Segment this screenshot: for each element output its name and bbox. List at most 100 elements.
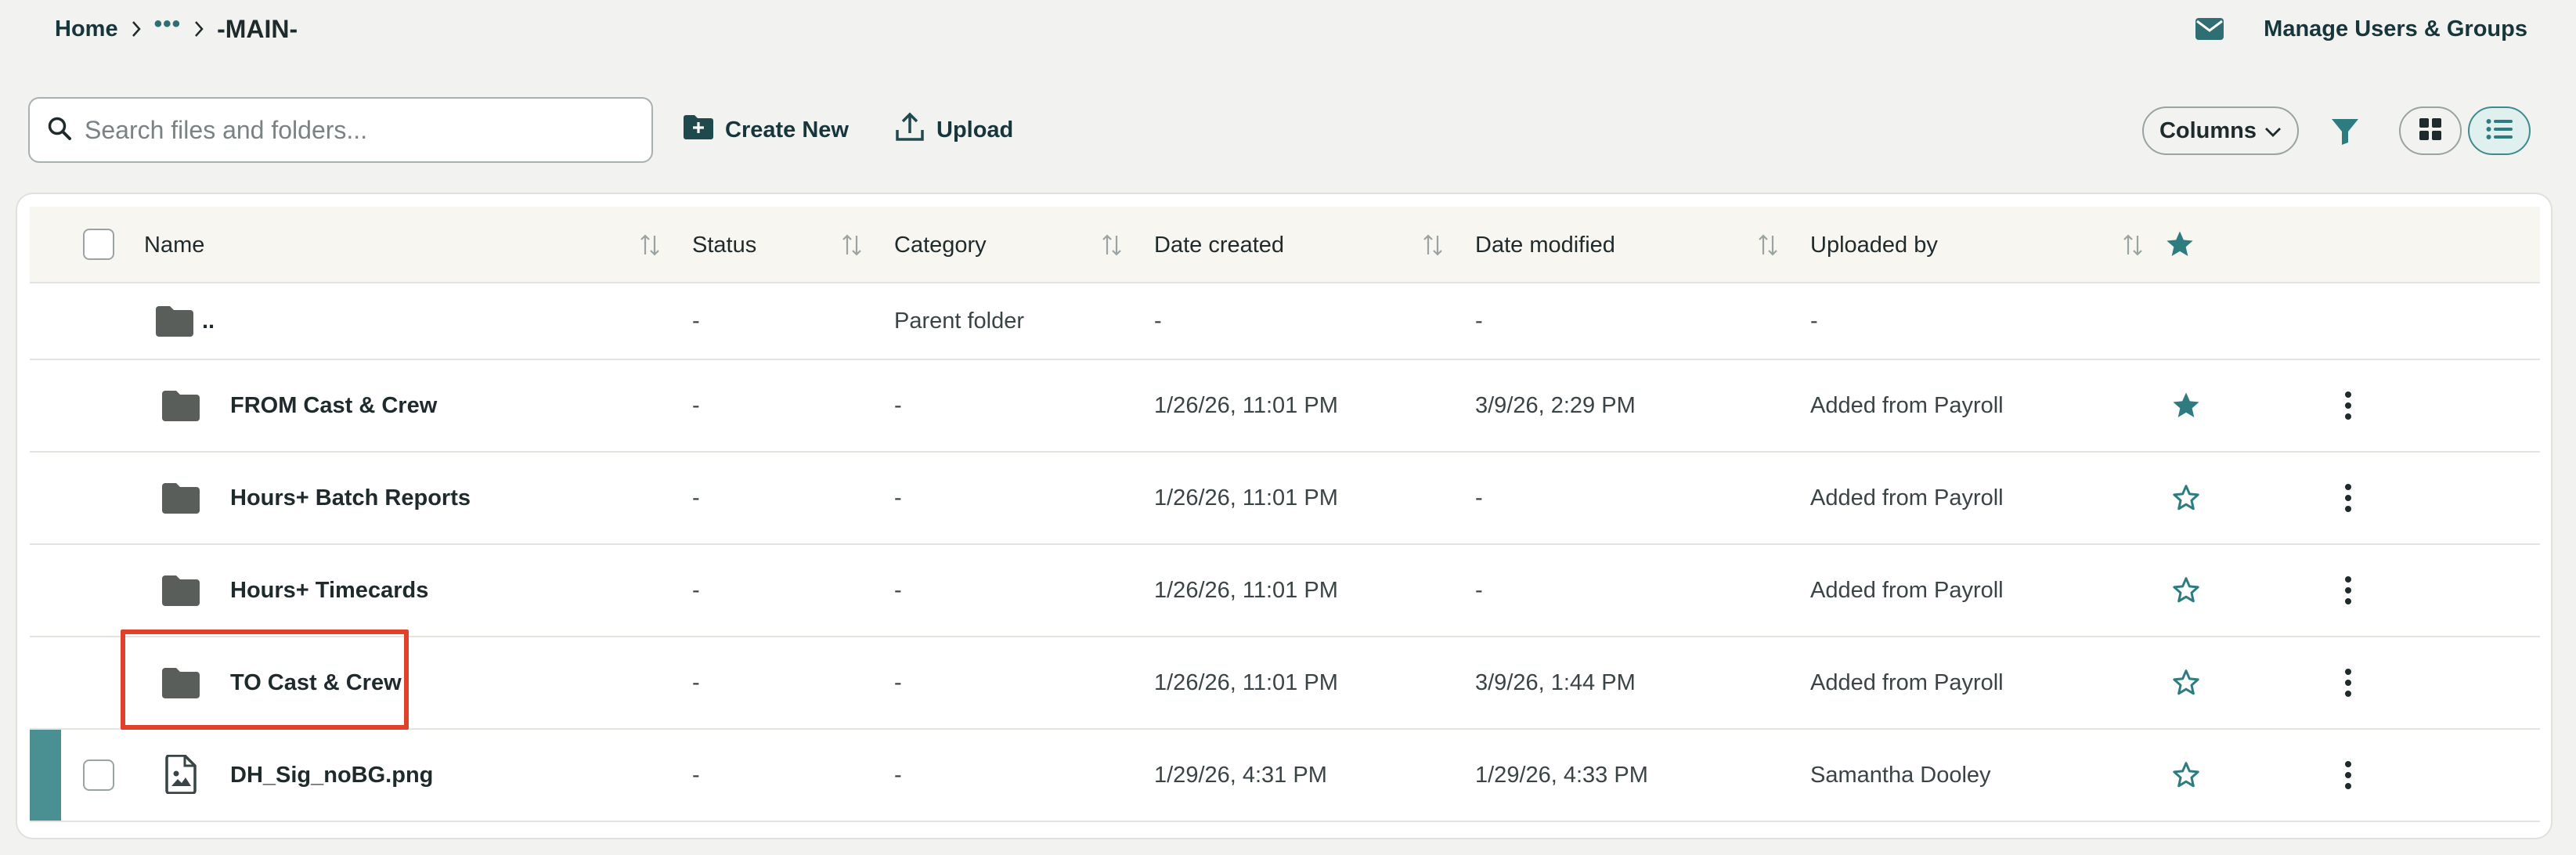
star-outline-icon[interactable] xyxy=(2170,575,2202,606)
row-date-modified: 3/9/26, 1:44 PM xyxy=(1475,669,1636,695)
sort-icon[interactable] xyxy=(639,233,661,257)
row-uploaded-by: Added from Payroll xyxy=(1810,577,2004,603)
breadcrumb-current: -MAIN- xyxy=(217,14,298,43)
row-date-modified: - xyxy=(1475,485,1483,510)
row-date-created: 1/29/26, 4:31 PM xyxy=(1154,762,1327,788)
row-category: - xyxy=(894,669,902,695)
more-options-icon[interactable] xyxy=(2336,666,2360,700)
star-filled-icon[interactable] xyxy=(2164,229,2195,260)
row-date-modified: 3/9/26, 2:29 PM xyxy=(1475,392,1636,418)
row-date-modified: - xyxy=(1475,577,1483,603)
columns-label: Columns xyxy=(2159,117,2257,143)
table-row-parent[interactable]: .. - Parent folder - - - xyxy=(30,283,2540,360)
grid-icon xyxy=(2419,117,2442,145)
chevron-right-icon xyxy=(181,20,217,38)
row-status: - xyxy=(692,485,700,510)
row-checkbox[interactable] xyxy=(83,759,114,791)
row-status: - xyxy=(692,762,700,788)
sort-icon[interactable] xyxy=(1101,233,1123,257)
star-filled-icon[interactable] xyxy=(2170,390,2202,421)
more-options-icon[interactable] xyxy=(2336,573,2360,608)
search-input[interactable] xyxy=(85,115,633,145)
row-date-created: 1/26/26, 11:01 PM xyxy=(1154,577,1338,603)
columns-dropdown-button[interactable]: Columns xyxy=(2142,106,2299,155)
search-box xyxy=(28,97,653,163)
breadcrumb-more[interactable]: ••• xyxy=(154,13,182,36)
row-uploaded-by: Samantha Dooley xyxy=(1810,762,1991,788)
row-name[interactable]: Hours+ Batch Reports xyxy=(230,453,471,543)
select-all-checkbox[interactable] xyxy=(83,229,114,260)
header-name[interactable]: Name xyxy=(144,207,204,283)
chevron-down-icon xyxy=(2264,118,2282,144)
breadcrumb: Home ••• -MAIN- xyxy=(55,11,298,47)
row-name[interactable]: FROM Cast & Crew xyxy=(230,360,437,451)
folder-icon xyxy=(161,482,200,514)
sort-icon[interactable] xyxy=(1422,233,1444,257)
folder-icon xyxy=(161,575,200,606)
row-category: - xyxy=(894,392,902,418)
row-selected-indicator xyxy=(30,730,61,821)
top-right-actions: Manage Users & Groups xyxy=(2193,11,2527,47)
row-name[interactable]: Hours+ Timecards xyxy=(230,545,428,636)
row-name[interactable]: DH_Sig_noBG.png xyxy=(230,730,433,821)
table-row[interactable]: TO Cast & Crew - - 1/26/26, 11:01 PM 3/9… xyxy=(30,637,2540,730)
more-options-icon[interactable] xyxy=(2336,388,2360,423)
top-bar: Home ••• -MAIN- Manage Users & Groups xyxy=(0,0,2576,60)
row-uploaded-by: - xyxy=(1810,308,1818,334)
list-view-button[interactable] xyxy=(2468,106,2531,155)
folder-icon xyxy=(161,667,200,698)
row-uploaded-by: Added from Payroll xyxy=(1810,669,2004,695)
image-file-icon xyxy=(164,754,197,795)
star-outline-icon[interactable] xyxy=(2170,759,2202,791)
more-options-icon[interactable] xyxy=(2336,481,2360,515)
row-category: Parent folder xyxy=(894,308,1025,334)
chevron-right-icon xyxy=(118,20,154,38)
row-status: - xyxy=(692,669,700,695)
more-options-icon[interactable] xyxy=(2336,758,2360,792)
header-date-created[interactable]: Date created xyxy=(1154,207,1284,283)
row-date-created: - xyxy=(1154,308,1162,334)
header-uploaded-by[interactable]: Uploaded by xyxy=(1810,207,1938,283)
breadcrumb-home[interactable]: Home xyxy=(55,16,118,42)
grid-view-button[interactable] xyxy=(2399,106,2462,155)
folder-icon xyxy=(155,305,194,337)
filter-icon[interactable] xyxy=(2325,113,2365,150)
folder-icon xyxy=(161,390,200,421)
row-date-created: 1/26/26, 11:01 PM xyxy=(1154,392,1338,418)
star-outline-icon[interactable] xyxy=(2170,667,2202,698)
upload-icon xyxy=(894,111,925,149)
create-new-button[interactable]: Create New xyxy=(683,110,849,150)
table-row[interactable]: Hours+ Timecards - - 1/26/26, 11:01 PM -… xyxy=(30,545,2540,637)
table-row[interactable]: Hours+ Batch Reports - - 1/26/26, 11:01 … xyxy=(30,453,2540,545)
header-date-modified[interactable]: Date modified xyxy=(1475,207,1615,283)
header-status[interactable]: Status xyxy=(692,207,756,283)
row-status: - xyxy=(692,577,700,603)
row-category: - xyxy=(894,577,902,603)
list-icon xyxy=(2486,118,2513,144)
table-header: Name Status Category Date created Date m… xyxy=(30,207,2540,283)
row-name[interactable]: .. xyxy=(202,283,215,359)
mail-icon[interactable] xyxy=(2193,13,2226,45)
files-table: Name Status Category Date created Date m… xyxy=(16,193,2553,839)
upload-button[interactable]: Upload xyxy=(894,110,1013,150)
upload-label: Upload xyxy=(936,117,1014,142)
row-uploaded-by: Added from Payroll xyxy=(1810,392,2004,418)
sort-icon[interactable] xyxy=(841,233,863,257)
header-category[interactable]: Category xyxy=(894,207,987,283)
row-uploaded-by: Added from Payroll xyxy=(1810,485,2004,510)
sort-icon[interactable] xyxy=(2122,233,2144,257)
manage-users-groups-link[interactable]: Manage Users & Groups xyxy=(2264,16,2527,42)
row-status: - xyxy=(692,308,700,334)
search-icon xyxy=(47,116,72,145)
row-category: - xyxy=(894,762,902,788)
table-row[interactable]: DH_Sig_noBG.png - - 1/29/26, 4:31 PM 1/2… xyxy=(30,730,2540,822)
row-name[interactable]: TO Cast & Crew xyxy=(230,637,402,728)
sort-icon[interactable] xyxy=(1757,233,1779,257)
folder-plus-icon xyxy=(683,114,714,146)
create-new-label: Create New xyxy=(725,117,849,142)
row-category: - xyxy=(894,485,902,510)
table-row[interactable]: FROM Cast & Crew - - 1/26/26, 11:01 PM 3… xyxy=(30,360,2540,453)
row-date-modified: - xyxy=(1475,308,1483,334)
row-date-created: 1/26/26, 11:01 PM xyxy=(1154,485,1338,510)
star-outline-icon[interactable] xyxy=(2170,482,2202,514)
